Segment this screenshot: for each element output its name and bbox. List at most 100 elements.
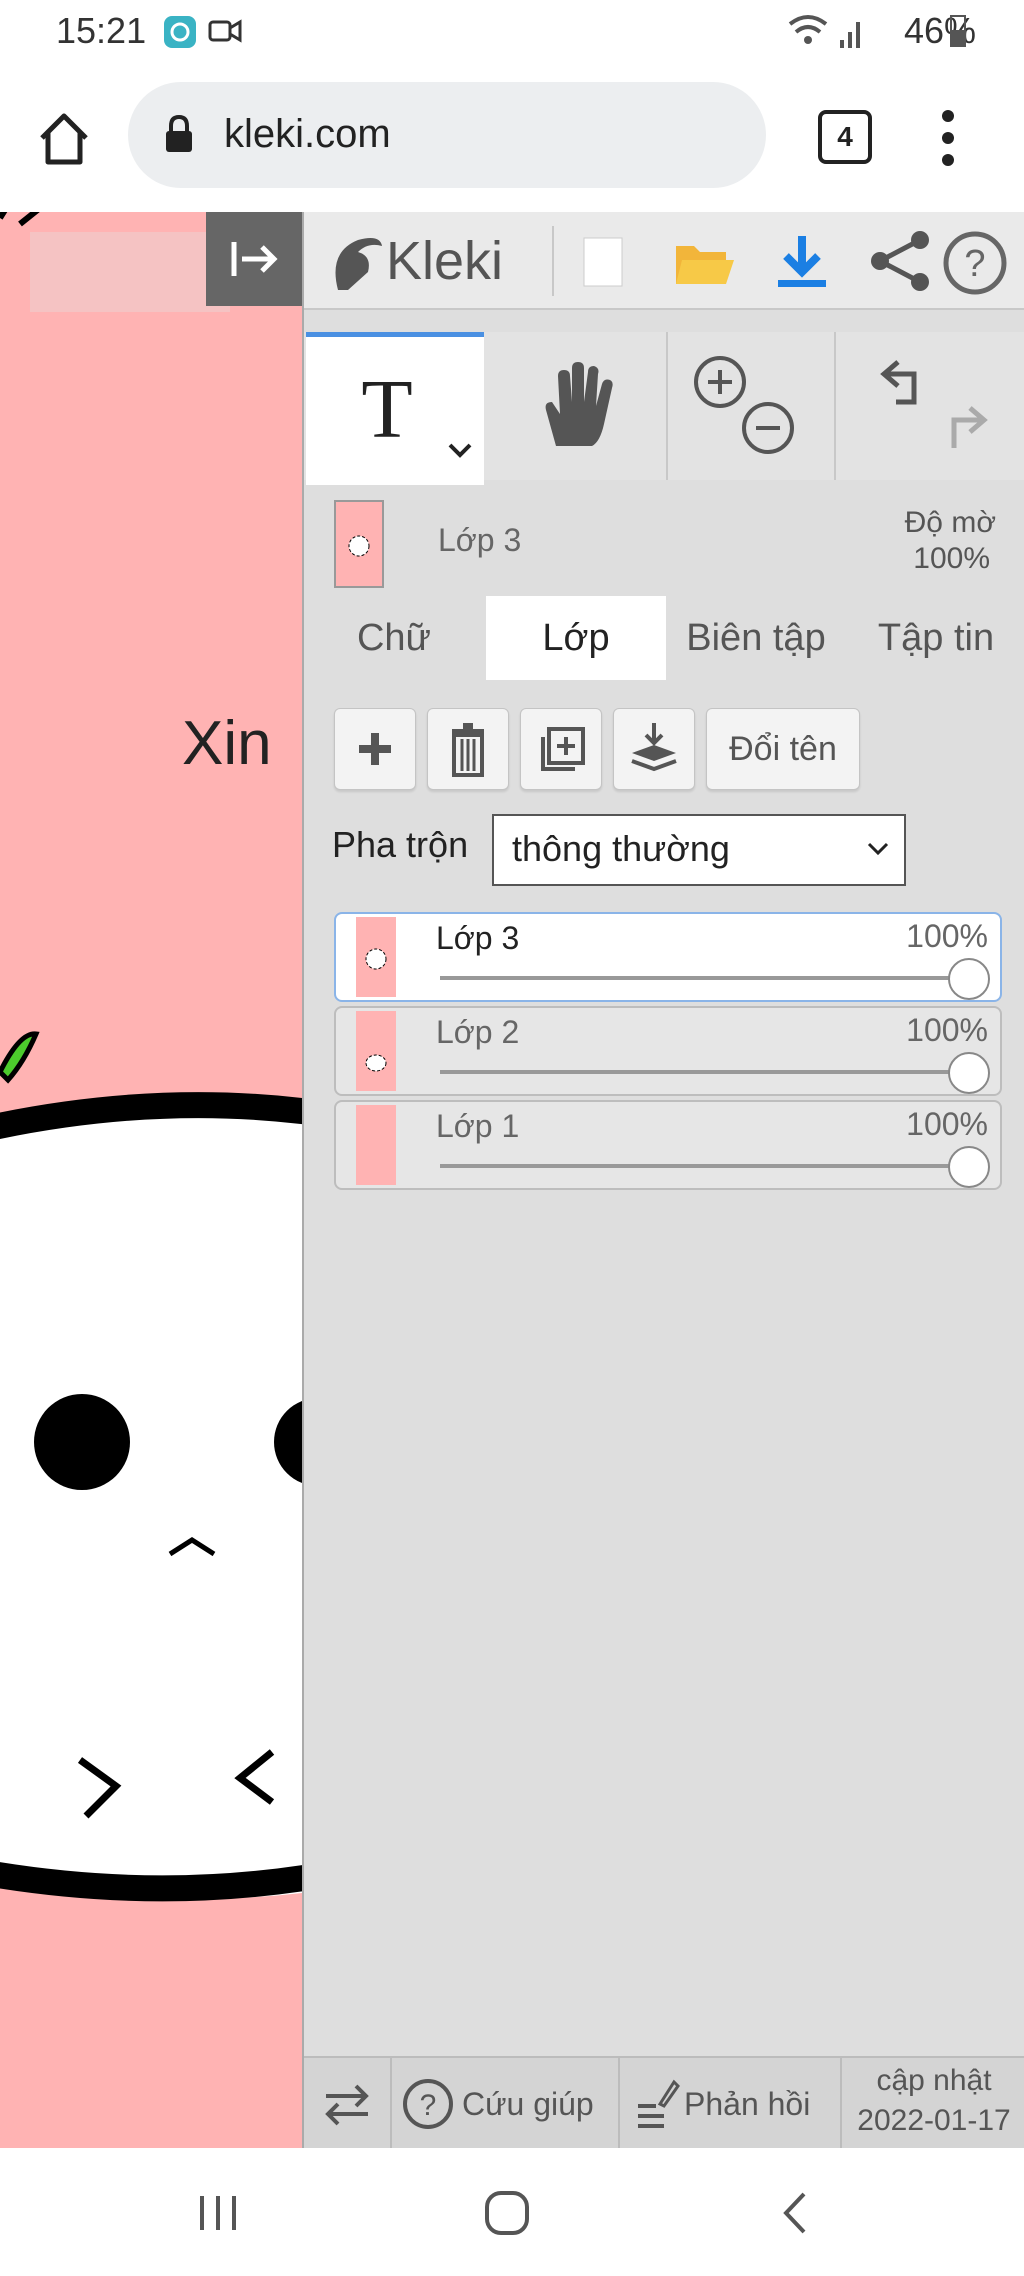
delete-layer-button[interactable] xyxy=(427,708,509,790)
tab-layers[interactable]: Lớp xyxy=(486,596,666,680)
status-time: 15:21 xyxy=(56,10,147,51)
current-layer-thumbnail xyxy=(334,500,384,588)
tab-text[interactable]: Chữ xyxy=(304,596,484,680)
hand-icon xyxy=(545,362,613,446)
zoom-out-icon[interactable] xyxy=(740,400,796,456)
layer-thumbnail-art xyxy=(348,535,370,557)
opacity-label: Độ mờ xyxy=(904,506,996,539)
app-name: Kleki xyxy=(386,231,504,291)
video-call-icon xyxy=(208,19,242,43)
address-bar[interactable]: kleki.com xyxy=(128,82,766,188)
help-button[interactable]: ? Cứu giúp xyxy=(392,2058,620,2150)
tab-switcher-button[interactable]: 4 xyxy=(818,110,872,164)
svg-text:?: ? xyxy=(964,243,985,285)
layer-row[interactable]: Lớp 1 100% xyxy=(334,1100,1002,1190)
help-icon[interactable]: ? xyxy=(942,230,1008,296)
changelog-button[interactable]: cập nhật 2022-01-17 xyxy=(842,2058,1024,2150)
help-circle-icon: ? xyxy=(403,2079,453,2129)
current-layer-info: Lớp 3 Độ mờ 100% xyxy=(304,480,1024,596)
collapse-panel-button[interactable] xyxy=(206,212,302,306)
lock-icon xyxy=(166,114,192,152)
layer-row[interactable]: Lớp 2 100% xyxy=(334,1006,1002,1096)
canvas-text: Xin xyxy=(182,709,272,778)
layer-opacity: 100% xyxy=(906,1012,988,1048)
duplicate-icon xyxy=(541,727,585,771)
home-nav-icon[interactable] xyxy=(482,2188,532,2238)
text-tool-icon: T xyxy=(361,369,412,443)
tool-divider xyxy=(834,332,836,480)
app-notification-icon xyxy=(164,16,196,48)
app-header: Kleki ? xyxy=(304,212,1024,310)
text-tool-button[interactable]: T xyxy=(306,332,484,485)
layer-opacity-slider[interactable] xyxy=(440,976,960,980)
layer-opacity: 100% xyxy=(906,918,988,954)
blend-mode-value: thông thường xyxy=(512,828,730,869)
feedback-pen-icon xyxy=(638,2079,680,2128)
help-label: Cứu giúp xyxy=(462,2086,594,2122)
android-nav-bar xyxy=(0,2148,1024,2276)
new-image-icon[interactable] xyxy=(554,234,654,290)
current-layer-name: Lớp 3 xyxy=(438,522,522,558)
svg-text:T: T xyxy=(361,369,412,443)
open-folder-icon[interactable] xyxy=(652,234,752,290)
layer-opacity-slider[interactable] xyxy=(440,1164,960,1168)
tab-file[interactable]: Tập tin xyxy=(846,596,1024,680)
duplicate-layer-button[interactable] xyxy=(520,708,602,790)
panel-footer: ? Cứu giúp Phản hồi cập nhật 2022-01-17 xyxy=(304,2056,1024,2150)
rename-layer-button[interactable]: Đổi tên xyxy=(706,708,860,790)
layer-thumbnail-art xyxy=(365,1054,387,1072)
back-icon[interactable] xyxy=(780,2190,810,2236)
url-text: kleki.com xyxy=(224,112,391,156)
opacity-value: 100% xyxy=(913,542,990,575)
add-layer-button[interactable] xyxy=(334,708,416,790)
browser-toolbar: kleki.com 4 xyxy=(0,64,1024,212)
layer-opacity-slider[interactable] xyxy=(440,1070,960,1074)
slider-knob[interactable] xyxy=(948,1052,990,1094)
blend-label: Pha trộn xyxy=(332,824,469,865)
hand-tool-button[interactable] xyxy=(484,332,666,480)
arrow-right-bar-icon xyxy=(231,242,278,276)
share-icon[interactable] xyxy=(850,230,950,292)
layer-thumbnail xyxy=(356,1105,396,1185)
kleki-logo-icon xyxy=(335,238,382,290)
layer-name: Lớp 3 xyxy=(436,920,520,956)
layer-thumbnail-art xyxy=(365,948,387,970)
plus-icon xyxy=(359,733,391,765)
merge-down-icon xyxy=(631,723,677,772)
undo-icon[interactable] xyxy=(874,356,928,406)
update-label: cập nhật xyxy=(876,2064,992,2097)
layer-thumbnail xyxy=(356,1011,396,1091)
layer-name: Lớp 2 xyxy=(436,1014,520,1050)
drawing-canvas[interactable]: Xin xyxy=(0,212,302,2148)
swap-side-button[interactable] xyxy=(304,2058,392,2150)
wifi-signal-icon xyxy=(788,15,860,48)
slider-knob[interactable] xyxy=(948,958,990,1000)
layer-thumbnail xyxy=(356,917,396,997)
slider-knob[interactable] xyxy=(948,1146,990,1188)
chevron-down-icon xyxy=(867,842,889,856)
layer-name: Lớp 1 xyxy=(436,1108,520,1144)
blend-mode-select[interactable]: thông thường xyxy=(492,814,906,886)
battery-icon xyxy=(950,15,966,47)
tool-panel: Kleki ? T Lớp 3 Độ mờ 100% Chữ Lớp Biên … xyxy=(302,212,1024,2150)
merge-layer-button[interactable] xyxy=(613,708,695,790)
recent-apps-icon[interactable] xyxy=(196,2192,242,2234)
tab-edit[interactable]: Biên tập xyxy=(666,596,846,680)
swap-arrows-icon xyxy=(325,2084,369,2126)
redo-icon[interactable] xyxy=(940,402,994,452)
feedback-button[interactable]: Phản hồi xyxy=(620,2058,842,2150)
status-bar: 15:21 46% xyxy=(0,0,1024,64)
layer-opacity: 100% xyxy=(906,1106,988,1142)
tool-divider xyxy=(666,332,668,480)
layer-row[interactable]: Lớp 3 100% xyxy=(334,912,1002,1002)
canvas-artwork xyxy=(0,212,302,1902)
tool-row: T xyxy=(304,332,1024,485)
svg-text:?: ? xyxy=(420,2089,437,2122)
more-menu-icon[interactable] xyxy=(936,106,960,170)
chevron-down-icon[interactable] xyxy=(446,441,474,461)
home-icon[interactable] xyxy=(36,110,92,166)
download-icon[interactable] xyxy=(752,232,852,292)
feedback-label: Phản hồi xyxy=(684,2086,811,2122)
update-date: 2022-01-17 xyxy=(857,2104,1011,2137)
trash-icon xyxy=(452,723,484,777)
